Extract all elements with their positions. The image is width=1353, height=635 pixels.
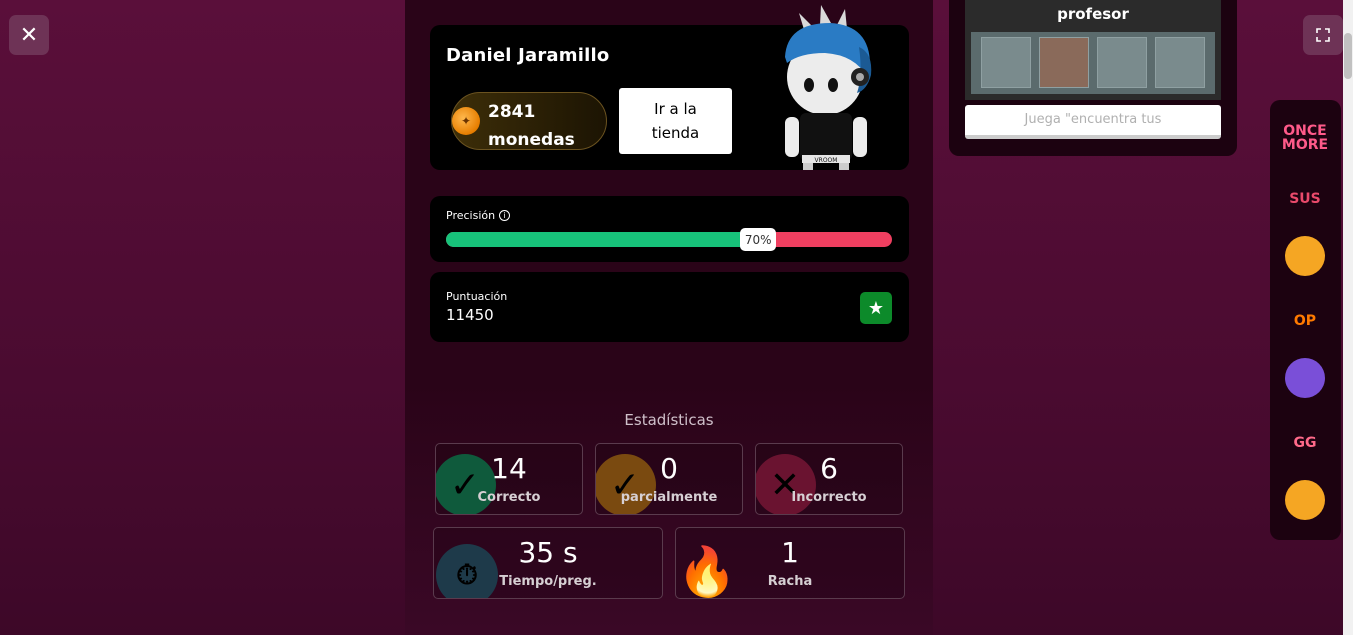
stat-correct-value: 14 <box>491 452 527 485</box>
precision-percent-badge: 70% <box>740 228 777 251</box>
page-scrollbar[interactable] <box>1343 0 1353 635</box>
coins-text: 2841 monedas <box>488 98 575 154</box>
stat-partial-label: parcialmente <box>620 490 718 505</box>
stat-incorrect: ✕ 6 Incorrecto <box>755 443 903 515</box>
stat-correct-label: Correcto <box>477 490 541 505</box>
op-sticker[interactable]: OP <box>1281 297 1329 345</box>
stat-time: ⏱ 35 s Tiempo/preg. <box>433 527 663 599</box>
coin-icon: ✦ <box>452 107 480 135</box>
stat-partial-value: 0 <box>660 452 678 485</box>
coins-pill: ✦ 2841 monedas <box>451 92 607 150</box>
precision-bar <box>446 232 892 247</box>
stat-time-label: Tiempo/preg. <box>499 574 597 589</box>
coins-count: 2841 <box>488 102 536 122</box>
stat-streak: 🔥 1 Racha <box>675 527 905 599</box>
stat-partial: ✓ 0 parcialmente <box>595 443 743 515</box>
thumbnail-card-3 <box>1097 37 1147 88</box>
thumbnail-card-1 <box>981 37 1031 88</box>
precision-bar-fill <box>446 232 759 247</box>
suggested-game-thumbnail <box>971 32 1215 94</box>
stats-title: Estadísticas <box>624 411 714 429</box>
precision-label-text: Precisión <box>446 209 496 222</box>
go-to-shop-button[interactable]: Ir a la tienda <box>619 88 732 154</box>
cool-face-sticker[interactable] <box>1285 480 1325 520</box>
play-suggested-game-button[interactable]: Juega "encuentra tus <box>965 105 1221 139</box>
stat-correct: ✓ 14 Correcto <box>435 443 583 515</box>
suggested-game-card[interactable]: profesor <box>965 0 1221 100</box>
coins-unit: monedas <box>488 130 575 150</box>
fullscreen-button[interactable] <box>1303 15 1343 55</box>
score-value: 11450 <box>446 306 494 324</box>
suggested-game-panel: profesor Juega "encuentra tus <box>949 0 1237 156</box>
profile-card: Daniel Jaramillo ✦ 2841 monedas Ir a la … <box>430 5 909 170</box>
sus-sticker[interactable]: SUS <box>1281 175 1329 223</box>
player-avatar: VROOM <box>785 5 872 170</box>
thumbnail-card-4 <box>1155 37 1205 88</box>
shop-label-line1: Ir a la <box>654 100 697 118</box>
star-icon: ★ <box>860 292 892 324</box>
scrollbar-thumb[interactable] <box>1344 33 1352 79</box>
once-more-sticker[interactable]: ONCE MORE <box>1281 114 1329 162</box>
sticker-rail: ONCE MORE SUS OP GG <box>1270 100 1341 540</box>
score-card: Puntuación 11450 ★ <box>430 272 909 342</box>
close-icon: ✕ <box>19 22 39 48</box>
stat-time-value: 35 s <box>518 536 578 569</box>
avatar-belt-text: VROOM <box>815 157 838 164</box>
stat-streak-label: Racha <box>767 574 813 589</box>
stat-streak-value: 1 <box>781 536 799 569</box>
player-name: Daniel Jaramillo <box>446 45 610 66</box>
mind-blown-sticker[interactable] <box>1285 236 1325 276</box>
precision-label: Precisión i <box>446 209 511 222</box>
shop-label-line2: tienda <box>651 124 700 142</box>
info-icon[interactable]: i <box>499 210 511 221</box>
thumbnail-card-2 <box>1039 37 1089 88</box>
impostor-sticker[interactable] <box>1285 358 1325 398</box>
stat-incorrect-label: Incorrecto <box>791 490 867 505</box>
suggested-game-title: profesor <box>1057 5 1129 23</box>
fullscreen-icon <box>1316 28 1330 42</box>
precision-card: Precisión i 70% <box>430 196 909 262</box>
stat-incorrect-value: 6 <box>820 452 838 485</box>
score-label: Puntuación <box>446 290 508 303</box>
close-button[interactable]: ✕ <box>9 15 49 55</box>
gg-sticker[interactable]: GG <box>1281 419 1329 467</box>
